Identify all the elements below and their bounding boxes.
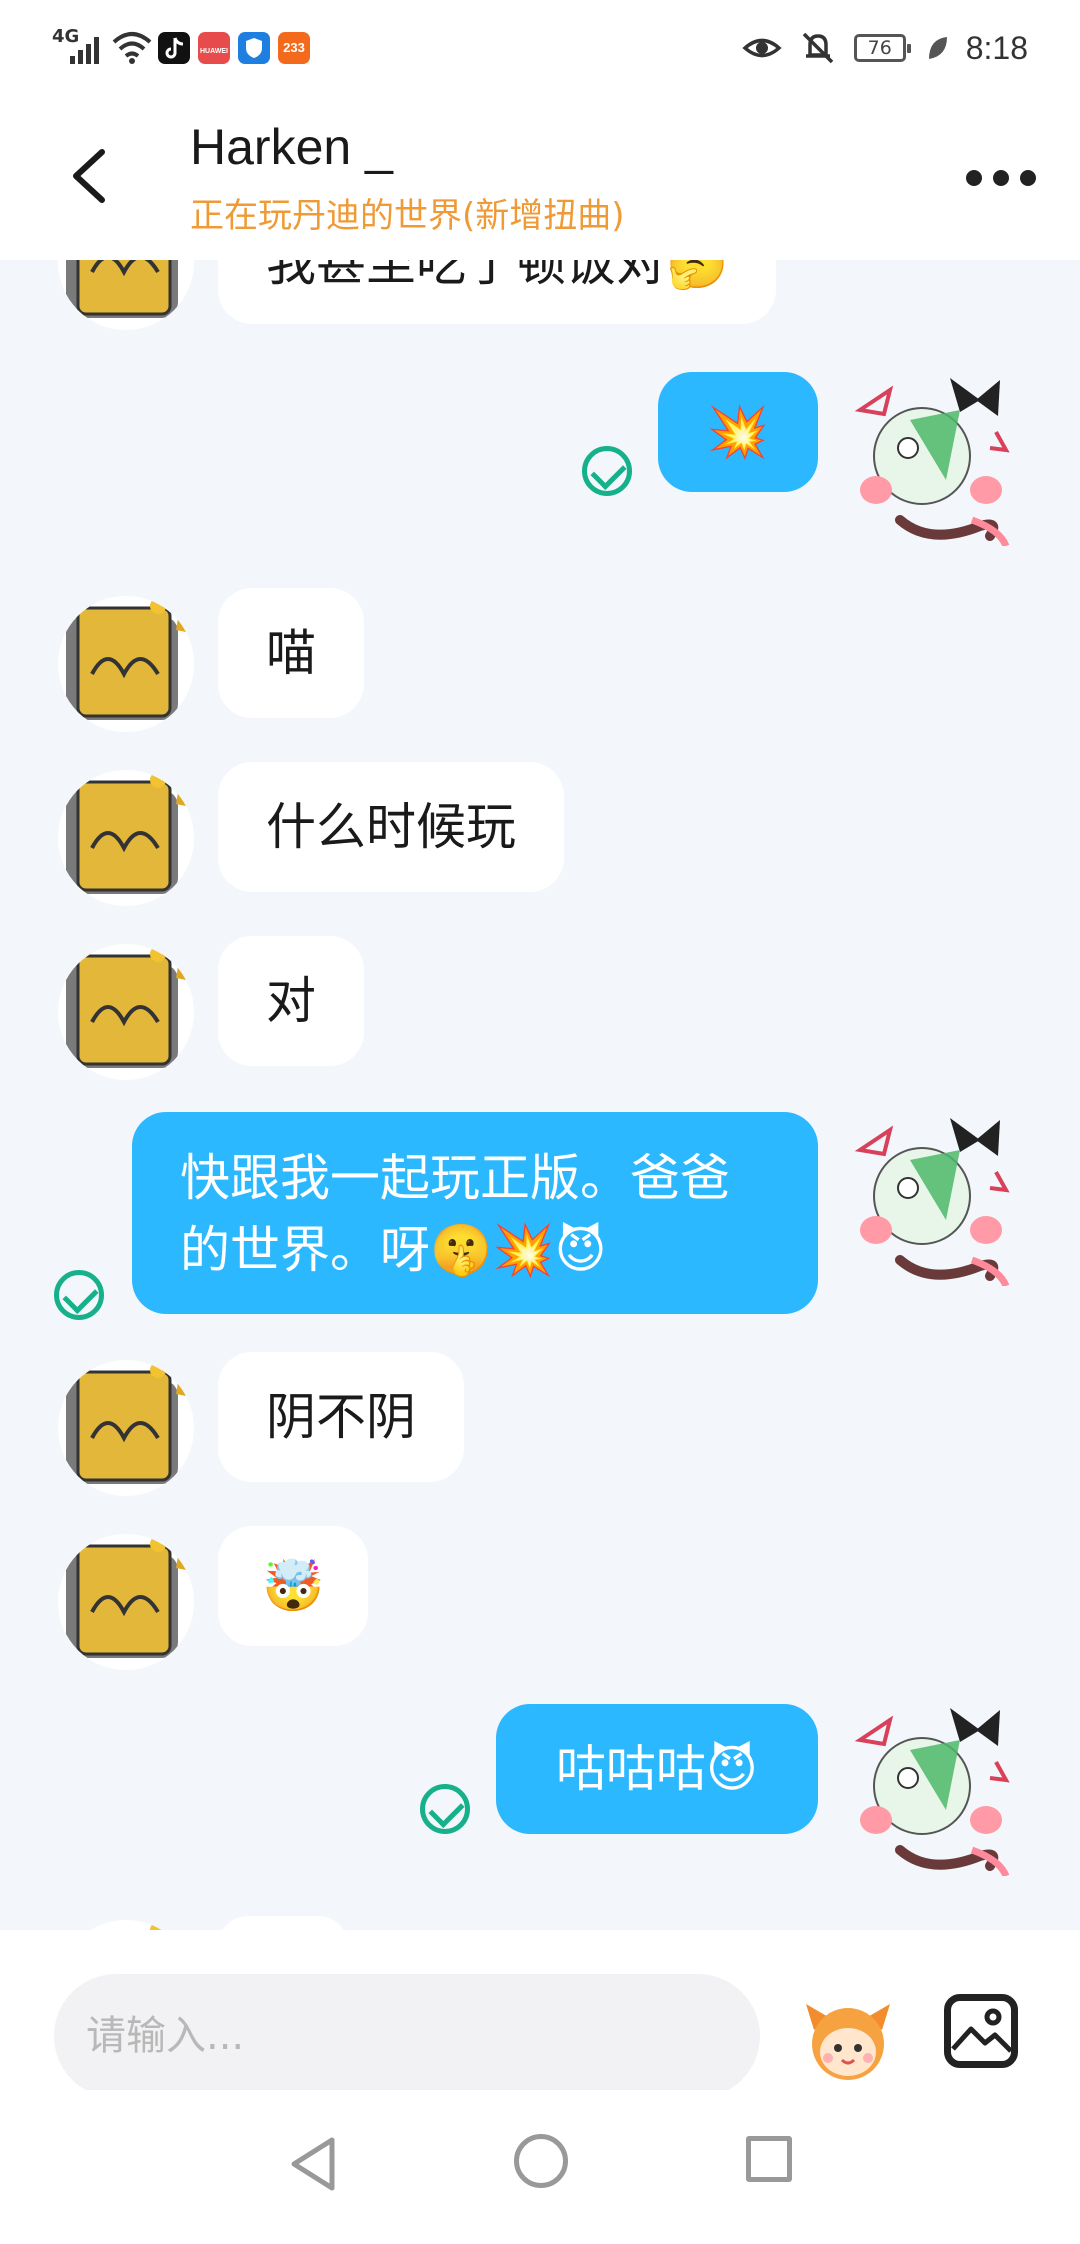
read-check-icon bbox=[54, 1270, 104, 1320]
message-bubble-incoming[interactable]: 对 bbox=[218, 936, 364, 1066]
message-line: 快跟我一起玩正版。爸爸 bbox=[180, 1149, 730, 1207]
message-bubble-incoming[interactable]: 阴不阴 bbox=[218, 1352, 464, 1482]
message-bubble-incoming[interactable]: 什么时候玩 bbox=[218, 762, 564, 892]
contact-avatar[interactable] bbox=[58, 1360, 194, 1496]
nav-back-icon[interactable] bbox=[286, 2134, 342, 2194]
self-avatar[interactable] bbox=[850, 1110, 1010, 1286]
dot-icon bbox=[1020, 170, 1036, 186]
status-bar: 4G HUAWEI 233 76 8:18 bbox=[0, 0, 1080, 100]
contact-avatar[interactable] bbox=[58, 1920, 194, 1930]
self-avatar[interactable] bbox=[850, 1700, 1010, 1876]
battery-indicator: 76 bbox=[853, 34, 911, 62]
eye-comfort-icon bbox=[742, 38, 782, 58]
read-check-icon bbox=[420, 1784, 470, 1834]
dot-icon bbox=[993, 170, 1009, 186]
nav-recents-icon[interactable] bbox=[746, 2136, 792, 2182]
message-bubble-incoming[interactable] bbox=[218, 1916, 348, 1930]
system-navigation-bar bbox=[0, 2090, 1080, 2244]
read-check-icon bbox=[582, 446, 632, 496]
message-bubble-incoming[interactable]: 我甚至吃了顿饭对🤔 bbox=[218, 260, 777, 324]
nav-home-icon[interactable] bbox=[514, 2134, 568, 2188]
composer-bar bbox=[0, 1930, 1080, 2098]
contact-name[interactable]: Harken _ bbox=[190, 118, 393, 176]
contact-avatar[interactable] bbox=[58, 770, 194, 906]
contact-status: 正在玩丹迪的世界(新增扭曲) bbox=[190, 196, 625, 236]
message-bubble-outgoing[interactable]: 💥 bbox=[658, 372, 818, 492]
tiktok-icon bbox=[158, 32, 190, 64]
message-list[interactable]: 我甚至吃了顿饭对🤔 💥 喵 什么时候玩 对 快跟我一起玩正版。爸爸 的世界。呀🤫… bbox=[0, 260, 1080, 1930]
contact-avatar[interactable] bbox=[58, 260, 194, 330]
message-input[interactable] bbox=[54, 1974, 760, 2098]
chat-header: Harken _ 正在玩丹迪的世界(新增扭曲) bbox=[0, 100, 1080, 260]
back-button[interactable] bbox=[62, 146, 122, 206]
message-bubble-incoming[interactable]: 喵 bbox=[218, 588, 364, 718]
bell-muted-icon bbox=[802, 32, 833, 64]
message-bubble-incoming[interactable]: 🤯 bbox=[218, 1526, 369, 1646]
self-avatar[interactable] bbox=[850, 370, 1010, 546]
clock: 8:18 bbox=[965, 29, 1028, 66]
leaf-icon bbox=[928, 37, 947, 59]
contact-avatar[interactable] bbox=[58, 944, 194, 1080]
sticker-emoji-icon[interactable] bbox=[800, 1990, 896, 2086]
signal-icon bbox=[70, 30, 104, 64]
shield-app-icon bbox=[238, 32, 270, 64]
wifi-icon bbox=[112, 32, 152, 64]
message-line: 的世界。呀🤫💥😈 bbox=[180, 1221, 607, 1279]
message-bubble-outgoing[interactable]: 快跟我一起玩正版。爸爸 的世界。呀🤫💥😈 bbox=[132, 1112, 818, 1314]
contact-avatar[interactable] bbox=[58, 1534, 194, 1670]
huawei-icon: HUAWEI bbox=[198, 32, 230, 64]
image-picker-icon[interactable] bbox=[944, 1994, 1018, 2068]
dot-icon bbox=[966, 170, 982, 186]
app-233-icon: 233 bbox=[278, 32, 310, 64]
message-bubble-outgoing[interactable]: 咕咕咕😈 bbox=[496, 1704, 818, 1834]
contact-avatar[interactable] bbox=[58, 596, 194, 732]
more-options-button[interactable] bbox=[966, 158, 1036, 198]
